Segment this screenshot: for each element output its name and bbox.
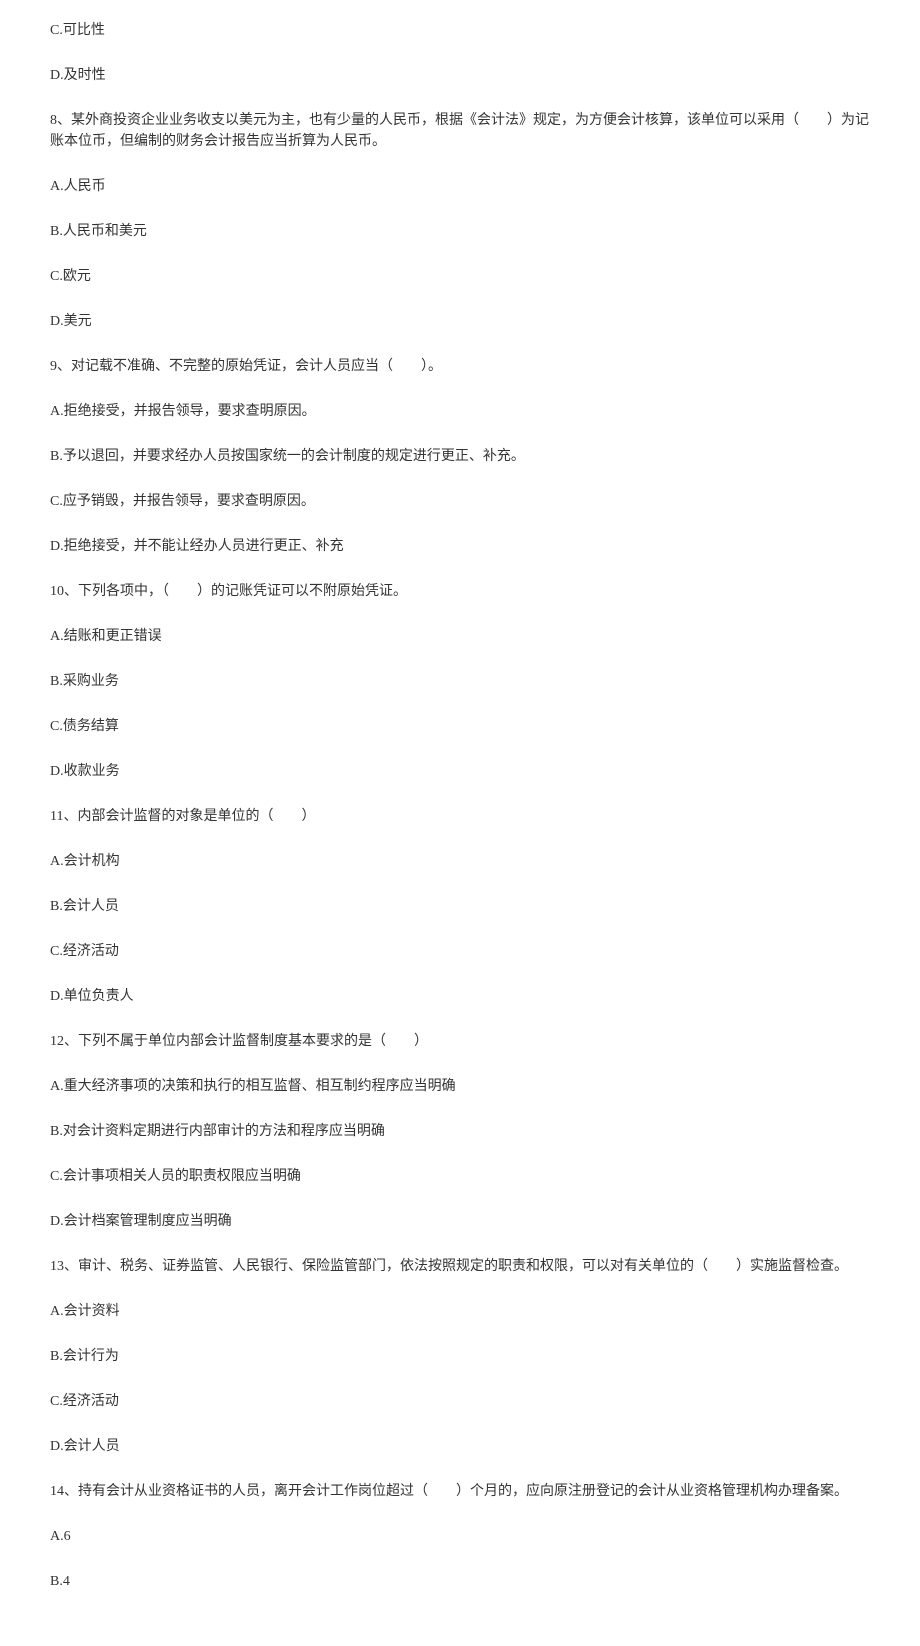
text-line: C.欧元 [50,266,870,287]
text-line: B.4 [50,1571,870,1592]
text-line: D.会计人员 [50,1436,870,1457]
text-line: C.应予销毁，并报告领导，要求查明原因。 [50,491,870,512]
text-line: A.6 [50,1526,870,1547]
lines-container: C.可比性 D.及时性 8、某外商投资企业业务收支以美元为主，也有少量的人民币，根据… [50,20,870,1592]
text-line: A.会计机构 [50,851,870,872]
text-line: C.可比性 [50,20,870,41]
text-line: A.拒绝接受，并报告领导，要求查明原因。 [50,401,870,422]
text-line: A.人民币 [50,176,870,197]
text-line: A.结账和更正错误 [50,626,870,647]
text-line: C.经济活动 [50,941,870,962]
text-line: C.会计事项相关人员的职责权限应当明确 [50,1166,870,1187]
text-line: 9、对记载不准确、不完整的原始凭证，会计人员应当（ ）。 [50,356,870,377]
text-line: 14、持有会计从业资格证书的人员，离开会计工作岗位超过（ ）个月的，应向原注册登… [50,1481,870,1502]
text-line: B.采购业务 [50,671,870,692]
document-page: C.可比性 D.及时性 8、某外商投资企业业务收支以美元为主，也有少量的人民币，根据… [0,0,920,1646]
text-line: A.会计资料 [50,1301,870,1322]
text-line: B.会计人员 [50,896,870,917]
text-line: B.对会计资料定期进行内部审计的方法和程序应当明确 [50,1121,870,1142]
text-line: D.会计档案管理制度应当明确 [50,1211,870,1232]
text-line: B.会计行为 [50,1346,870,1367]
text-line: D.美元 [50,311,870,332]
text-line: B.予以退回，并要求经办人员按国家统一的会计制度的规定进行更正、补充。 [50,446,870,467]
text-line: D.及时性 [50,65,870,86]
text-line: C.经济活动 [50,1391,870,1412]
text-line: 8、某外商投资企业业务收支以美元为主，也有少量的人民币，根据《会计法》规定，为方… [50,110,870,152]
text-line: D.收款业务 [50,761,870,782]
text-line: B.人民币和美元 [50,221,870,242]
text-line: 10、下列各项中，（ ）的记账凭证可以不附原始凭证。 [50,581,870,602]
text-line: 11、内部会计监督的对象是单位的（ ） [50,806,870,827]
text-line: 13、审计、税务、证券监管、人民银行、保险监管部门，依法按照规定的职责和权限，可… [50,1256,870,1277]
text-line: 12、下列不属于单位内部会计监督制度基本要求的是（ ） [50,1031,870,1052]
text-line: D.单位负责人 [50,986,870,1007]
text-line: A.重大经济事项的决策和执行的相互监督、相互制约程序应当明确 [50,1076,870,1097]
text-line: C.债务结算 [50,716,870,737]
text-line: D.拒绝接受，并不能让经办人员进行更正、补充 [50,536,870,557]
